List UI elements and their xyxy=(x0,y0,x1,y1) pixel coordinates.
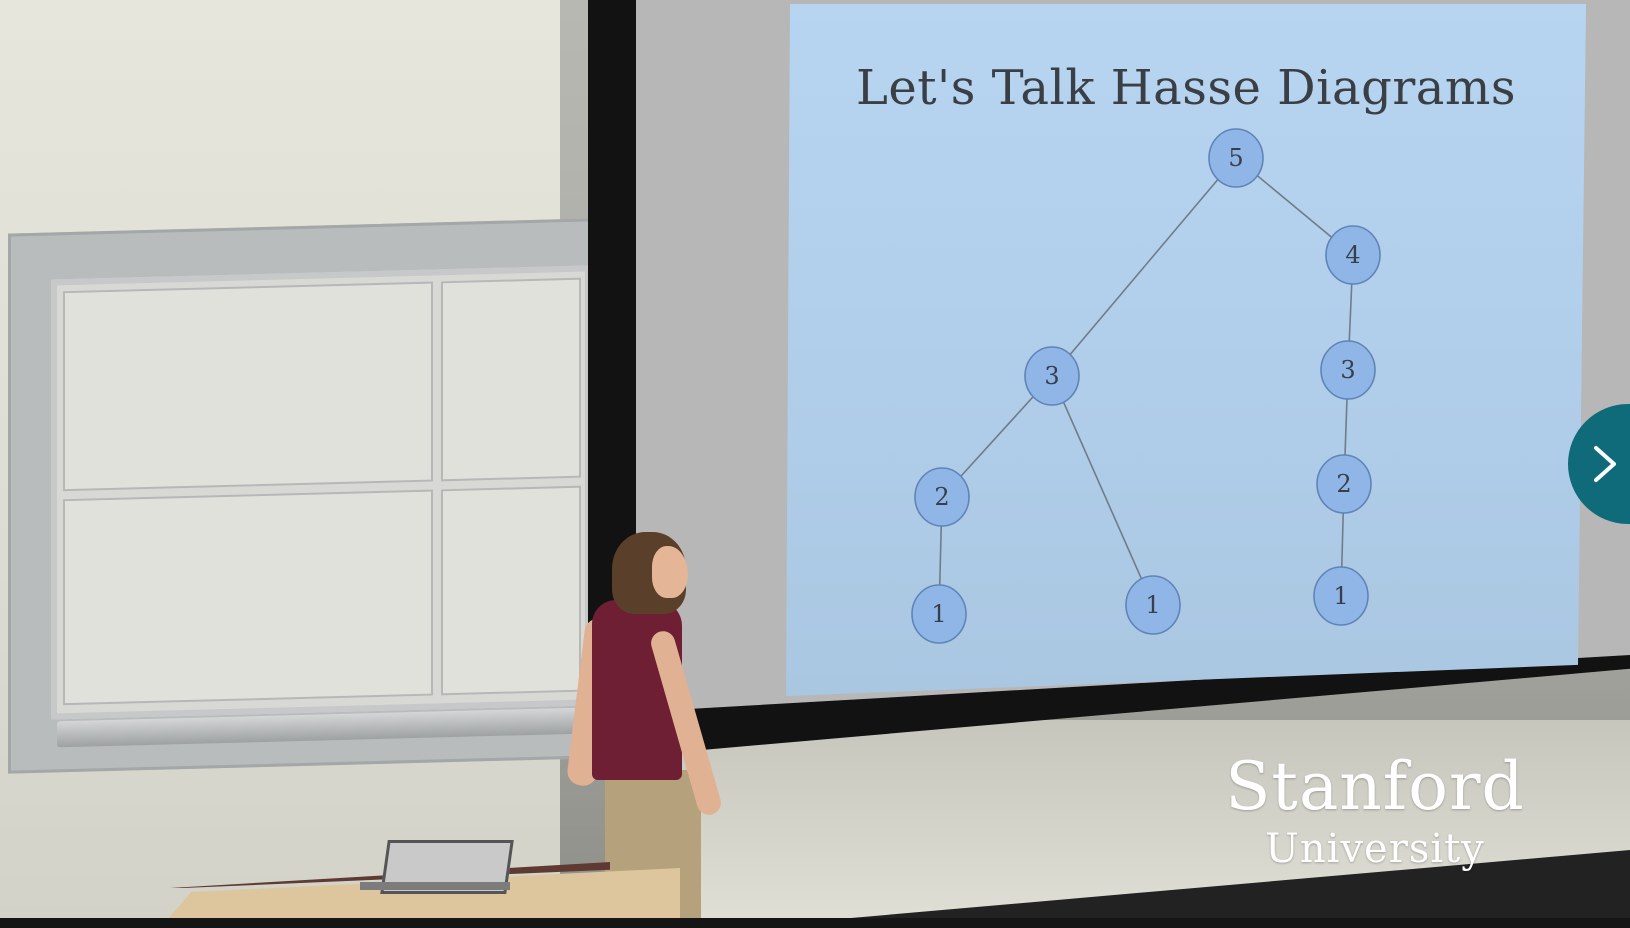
hasse-node-label: 5 xyxy=(1228,144,1243,172)
hasse-node-label: 2 xyxy=(934,483,949,511)
whiteboard xyxy=(51,265,591,720)
hasse-node-label: 4 xyxy=(1345,241,1360,269)
hasse-node-label: 1 xyxy=(1333,582,1348,610)
video-frame: Let's Talk Hasse Diagrams 543322111 Stan… xyxy=(0,0,1630,928)
whiteboard-pane xyxy=(441,485,581,696)
hasse-node-label: 3 xyxy=(1340,356,1355,384)
hasse-node-label: 2 xyxy=(1336,470,1351,498)
whiteboard-frame xyxy=(8,218,593,774)
hasse-edge xyxy=(1051,375,1154,606)
laptop-base xyxy=(360,882,510,890)
whiteboard-pane xyxy=(63,489,433,706)
stanford-watermark: Stanford xyxy=(1225,748,1525,825)
hasse-edge xyxy=(1051,157,1237,377)
chevron-right-icon xyxy=(1594,446,1616,482)
projected-slide: Let's Talk Hasse Diagrams 543322111 xyxy=(786,4,1586,696)
whiteboard-pane xyxy=(441,277,581,482)
video-letterbox xyxy=(0,918,1630,928)
hasse-node-label: 1 xyxy=(1145,591,1160,619)
hasse-node-label: 1 xyxy=(931,600,946,628)
hasse-node-label: 3 xyxy=(1044,362,1059,390)
whiteboard-pane xyxy=(63,281,433,492)
hasse-diagram: 5 4 3 3 2 2 1 1 1 xyxy=(911,128,1381,644)
university-watermark: University xyxy=(1265,826,1485,872)
